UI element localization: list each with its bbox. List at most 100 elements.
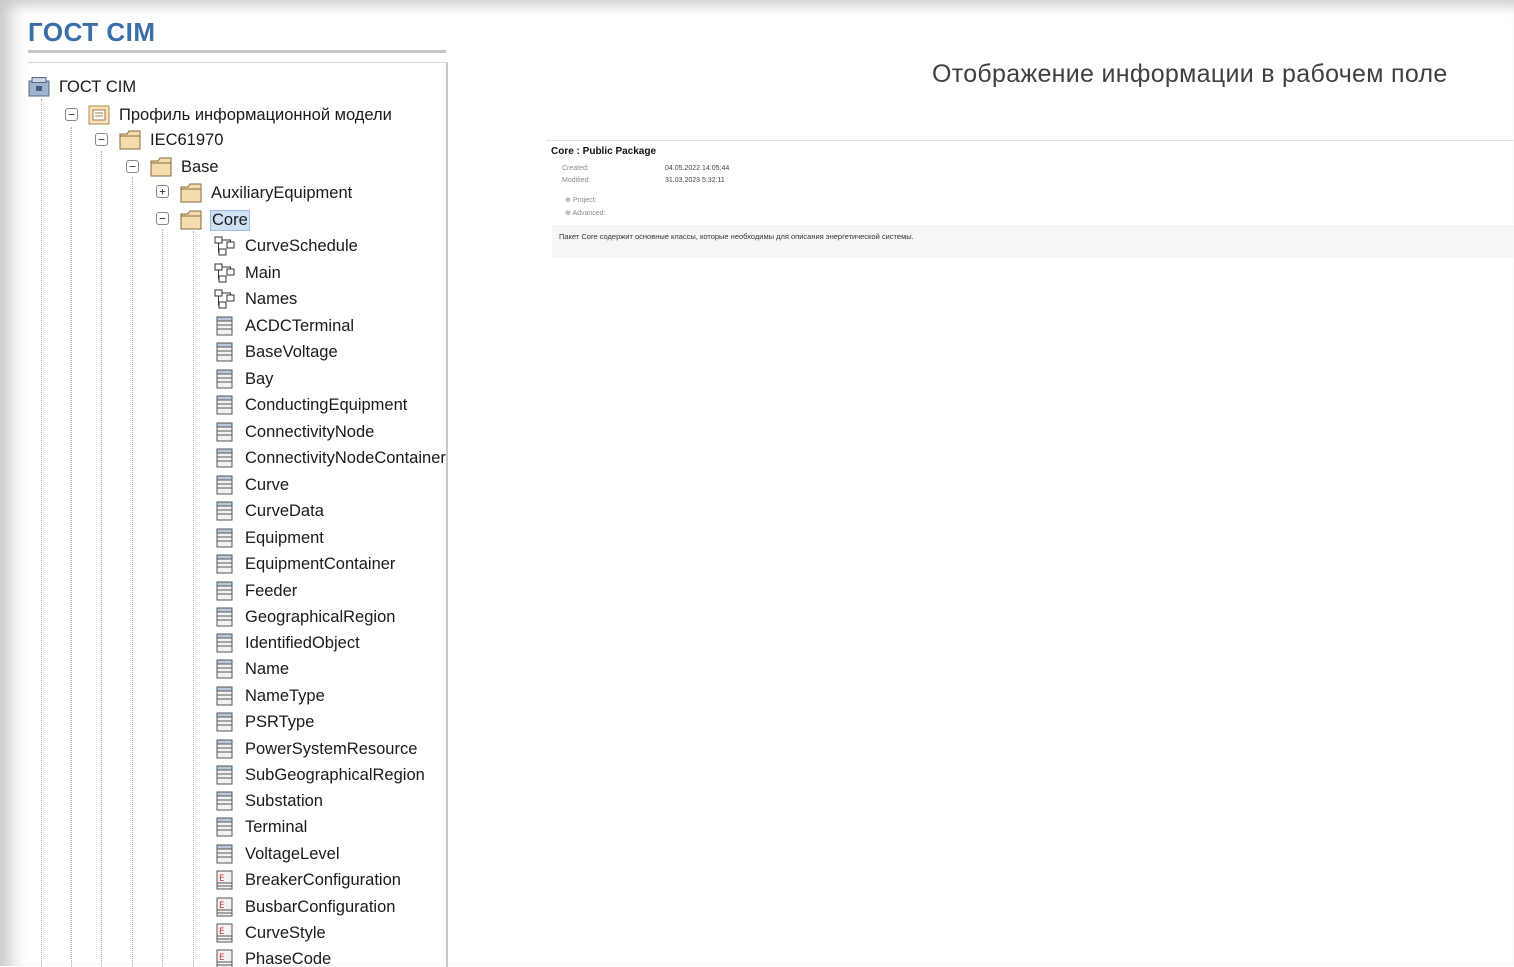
tree-node-class[interactable]: IdentifiedObject [214,630,360,656]
advanced-expander[interactable]: ⊕ Advanced: [565,209,606,217]
collapse-toggle[interactable]: − [156,212,169,225]
tree-node-class[interactable]: BaseVoltage [214,339,338,365]
class-icon [214,817,236,837]
tree-guide-line [193,231,194,967]
tree-node-class[interactable]: CurveData [214,498,324,524]
tree-node-label: ConnectivityNodeContainer [245,449,446,468]
description-box: Пакет Core содержит основные классы, кот… [552,226,1514,258]
modified-value: 31.03.2023 5:32:11 [665,177,725,184]
tree-node-class[interactable]: VoltageLevel [214,841,340,867]
project-tree[interactable]: ГОСТ CIM − Профиль информационной модели… [28,63,446,967]
package-title: Core : Public Package [551,146,656,157]
tree-node-label: PowerSystemResource [245,740,417,759]
class-icon [214,554,236,574]
tree-node-class[interactable]: SubGeographicalRegion [214,762,425,788]
tree-node-label: ACDCTerminal [245,317,354,336]
package-diagram-icon [88,105,110,125]
project-expander[interactable]: ⊕ Project: [565,196,597,204]
tree-node-label: IEC61970 [150,131,223,150]
tree-guide-line [71,127,72,967]
class-icon [214,528,236,548]
tree-node-label: IdentifiedObject [245,634,360,653]
created-label: Created: [562,165,589,172]
enumeration-icon: E [214,923,236,943]
tree-node-class[interactable]: NameType [214,683,325,709]
class-icon [214,791,236,811]
tree-node-class[interactable]: ConnectivityNodeContainer [214,445,446,471]
folder-icon [150,157,172,177]
tree-node-class[interactable]: EquipmentContainer [214,551,395,577]
created-value: 04.05.2022 14:05:44 [665,165,729,172]
tree-node-diagram[interactable]: CurveSchedule [214,233,358,259]
tree-node-label: AuxiliaryEquipment [211,184,352,203]
tree-node-class[interactable]: Feeder [214,578,297,604]
title-divider [28,50,446,53]
tree-node-class[interactable]: Name [214,656,289,682]
class-icon [214,581,236,601]
folder-icon [119,130,141,150]
tree-node-label: ConnectivityNode [245,423,374,442]
class-icon [214,686,236,706]
tree-node-label: VoltageLevel [245,845,340,864]
tree-node-class[interactable]: Equipment [214,525,324,551]
collapse-toggle[interactable]: − [95,133,108,146]
tree-node-enumeration[interactable]: E CurveStyle [214,920,326,946]
tree-node-class[interactable]: GeographicalRegion [214,604,395,630]
tree-node-label: Bay [245,370,273,389]
enumeration-icon: E [214,897,236,917]
tree-node-class[interactable]: Substation [214,788,323,814]
tree-guide-line [132,177,133,967]
tree-node-label: Base [181,158,219,177]
tree-node-label: CurveStyle [245,924,326,943]
tree-node-diagram[interactable]: Main [214,260,281,286]
app-title: ГОСТ CIM [28,17,156,48]
tree-node-label: Names [245,290,297,309]
collapse-toggle[interactable]: − [65,108,78,121]
tree-node-enumeration[interactable]: EPhaseCode [214,946,331,967]
class-icon [214,448,236,468]
tree-node-core[interactable]: Core [180,207,249,233]
collapse-toggle[interactable]: − [126,160,139,173]
class-icon [214,316,236,336]
project-tree-panel[interactable]: ГОСТ CIM − Профиль информационной модели… [28,62,448,967]
tree-node-iec61970[interactable]: IEC61970 [119,127,223,153]
tree-node-class[interactable]: ACDCTerminal [214,313,354,339]
class-icon [214,369,236,389]
expand-toggle[interactable]: + [156,185,169,198]
tree-node-label: ConductingEquipment [245,396,407,415]
tree-node-class[interactable]: Curve [214,472,289,498]
tree-node-class[interactable]: ConnectivityNode [214,419,374,445]
tree-node-label: PSRType [245,713,314,732]
details-divider [546,140,1514,141]
tree-node-class[interactable]: PowerSystemResource [214,736,417,762]
tree-guide-line [41,99,42,967]
tree-guide-line [101,151,102,967]
tree-node-label: BreakerConfiguration [245,871,401,890]
class-icon [214,844,236,864]
class-icon [214,422,236,442]
class-icon [214,501,236,521]
tree-node-label: ГОСТ CIM [59,78,136,97]
tree-node-root[interactable]: ГОСТ CIM [28,74,136,100]
tree-node-class[interactable]: ConductingEquipment [214,392,407,418]
tree-node-class[interactable]: Terminal [214,814,307,840]
tree-node-label: SubGeographicalRegion [245,766,425,785]
tree-node-label: Профиль информационной модели [119,106,392,125]
tree-node-enumeration[interactable]: E BreakerConfiguration [214,867,401,893]
tree-node-label: Substation [245,792,323,811]
tree-node-class[interactable]: Bay [214,366,273,392]
class-icon [214,475,236,495]
enumeration-icon: E [214,870,236,890]
tree-node-profile[interactable]: Профиль информационной модели [88,102,392,128]
tree-node-base[interactable]: Base [150,154,219,180]
tree-node-label: Curve [245,476,289,495]
tree-node-enumeration[interactable]: EBusbarConfiguration [214,894,395,920]
tree-node-label: Terminal [245,818,307,837]
tree-node-diagram[interactable]: Names [214,286,297,312]
tree-node-label: GeographicalRegion [245,608,395,627]
tree-node-label: CurveSchedule [245,237,358,256]
tree-node-class[interactable]: PSRType [214,709,314,735]
tree-node-auxiliary-equipment[interactable]: AuxiliaryEquipment [180,180,352,206]
advanced-expander-label: Advanced: [572,210,605,217]
tree-node-label: CurveData [245,502,324,521]
